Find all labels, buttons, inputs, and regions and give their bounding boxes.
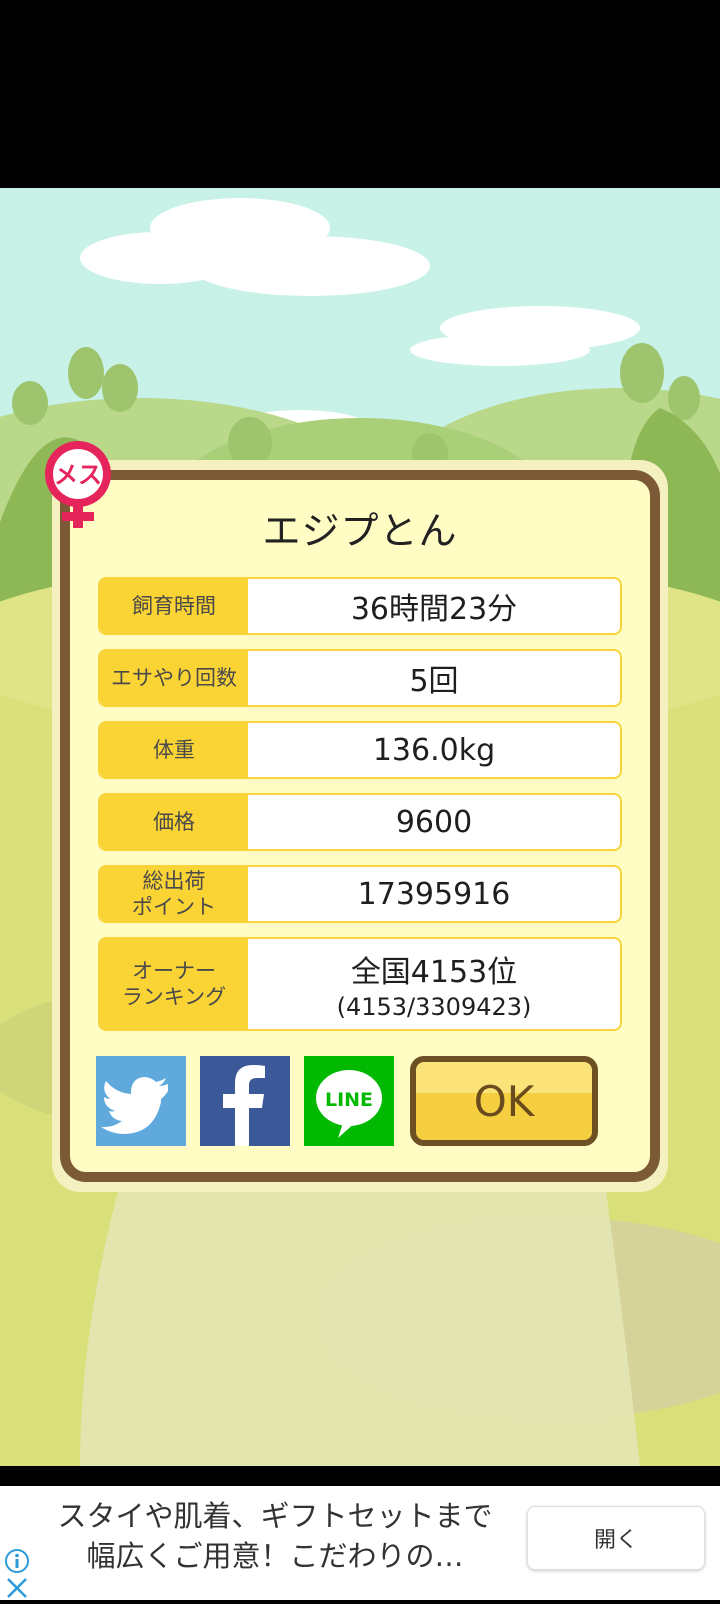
ad-banner[interactable]: スタイや肌着、ギフトセットまで 幅広くご用意！こだわりの… 開く (0, 1486, 720, 1600)
stat-value: 全国4153位 (4153/3309423) (248, 939, 620, 1029)
gender-label: メス (54, 461, 102, 489)
ranking-detail: (4153/3309423) (336, 993, 532, 1021)
status-bar-area (0, 0, 720, 188)
line-label: LINE (325, 1089, 373, 1111)
facebook-f-icon (223, 1065, 265, 1146)
ranking-value: 全国4153位 (350, 955, 518, 990)
info-icon[interactable] (4, 1548, 30, 1574)
line-logo-icon: LINE (316, 1070, 382, 1138)
stat-label: エサやり回数 (100, 651, 248, 705)
stat-label: 総出荷 ポイント (100, 867, 248, 921)
stat-row-weight: 体重 136.0kg (98, 721, 622, 779)
stat-row-owner-ranking: オーナー ランキング 全国4153位 (4153/3309423) (98, 937, 622, 1031)
stat-row-breeding-time: 飼育時間 36時間23分 (98, 577, 622, 635)
stat-label: オーナー ランキング (100, 939, 248, 1029)
stat-label-line: ランキング (121, 985, 227, 1009)
stat-value: 136.0kg (372, 732, 496, 768)
stat-label-line: 総出荷 (142, 869, 206, 893)
stat-value: 36時間23分 (350, 592, 518, 627)
close-icon[interactable] (4, 1576, 30, 1600)
line-share-button[interactable]: LINE (304, 1056, 394, 1146)
ad-text-line: スタイや肌着、ギフトセットまで (57, 1499, 493, 1533)
ad-open-button[interactable]: 開く (527, 1506, 705, 1570)
stat-value: 17395916 (357, 876, 511, 912)
ad-text-line: 幅広くご用意！こだわりの… (86, 1539, 464, 1573)
stat-row-shipment-points: 総出荷 ポイント 17395916 (98, 865, 622, 923)
facebook-share-button[interactable] (200, 1056, 290, 1146)
stat-label-line: ポイント (132, 895, 216, 919)
stat-label: 体重 (100, 723, 248, 777)
twitter-share-button[interactable] (96, 1056, 186, 1146)
pig-name: エジプとん (262, 509, 458, 553)
stat-label: 飼育時間 (100, 579, 248, 633)
screen-gap (0, 1466, 720, 1486)
stat-label: 価格 (100, 795, 248, 849)
stat-label-line: オーナー (132, 959, 216, 983)
stat-row-feed-count: エサやり回数 5回 (98, 649, 622, 707)
stat-value: 5回 (409, 664, 459, 699)
stat-row-price: 価格 9600 (98, 793, 622, 851)
twitter-bird-icon (101, 1077, 168, 1134)
stat-value: 9600 (395, 804, 473, 840)
ad-text: スタイや肌着、ギフトセットまで 幅広くご用意！こだわりの… (40, 1496, 510, 1576)
ok-button[interactable]: OK (410, 1056, 598, 1146)
